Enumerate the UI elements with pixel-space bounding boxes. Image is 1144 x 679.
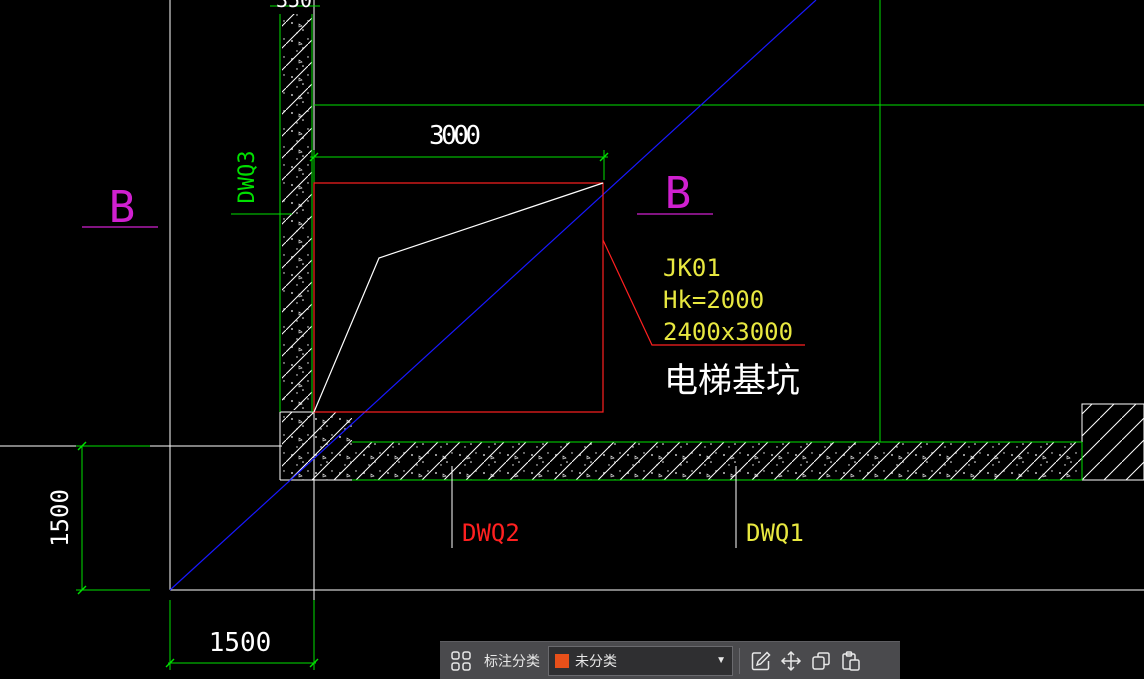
edit-icon[interactable] — [746, 646, 776, 676]
category-dropdown[interactable]: 未分类 ▼ — [548, 645, 733, 676]
section-label-left: B — [109, 182, 136, 233]
section-label-right: B — [665, 168, 692, 219]
outline-lines — [0, 0, 1144, 665]
green-lines — [76, 0, 1144, 670]
cad-drawing-canvas[interactable]: 3000 350 1500 1500 B B DWQ3 DWQ2 DWQ1 JK… — [0, 0, 1144, 679]
category-color-swatch — [555, 653, 569, 668]
move-icon[interactable] — [776, 646, 806, 676]
wall-dwq2-label[interactable]: DWQ2 — [462, 519, 520, 547]
wall-dwq1-label[interactable]: DWQ1 — [746, 519, 804, 547]
dim-top-text: 3000 — [429, 121, 481, 151]
category-label: 标注分类 — [484, 652, 540, 669]
dim-left-text: 1500 — [46, 489, 74, 547]
chevron-down-icon: ▼ — [716, 655, 726, 666]
dim-cropped-text: 350 — [276, 0, 312, 12]
section-lines — [82, 213, 713, 228]
category-dropdown-value: 未分类 — [575, 652, 617, 669]
dim-bottom-text: 1500 — [209, 628, 272, 658]
pit-depth-label[interactable]: Hk=2000 — [663, 286, 764, 314]
pit-name-label[interactable]: 电梯基坑 — [664, 361, 800, 401]
pit-slope-line — [313, 182, 604, 413]
annotation-toolbar: 标注分类 未分类 ▼ — [440, 641, 900, 679]
pit-size-label[interactable]: 2400x3000 — [663, 318, 793, 346]
pit-code-label[interactable]: JK01 — [663, 254, 721, 282]
copy-icon[interactable] — [806, 646, 836, 676]
toolbar-divider — [739, 647, 740, 674]
wall-dwq3-label[interactable]: DWQ3 — [235, 151, 260, 204]
grid-icon[interactable] — [446, 646, 476, 676]
paste-icon[interactable] — [836, 646, 866, 676]
